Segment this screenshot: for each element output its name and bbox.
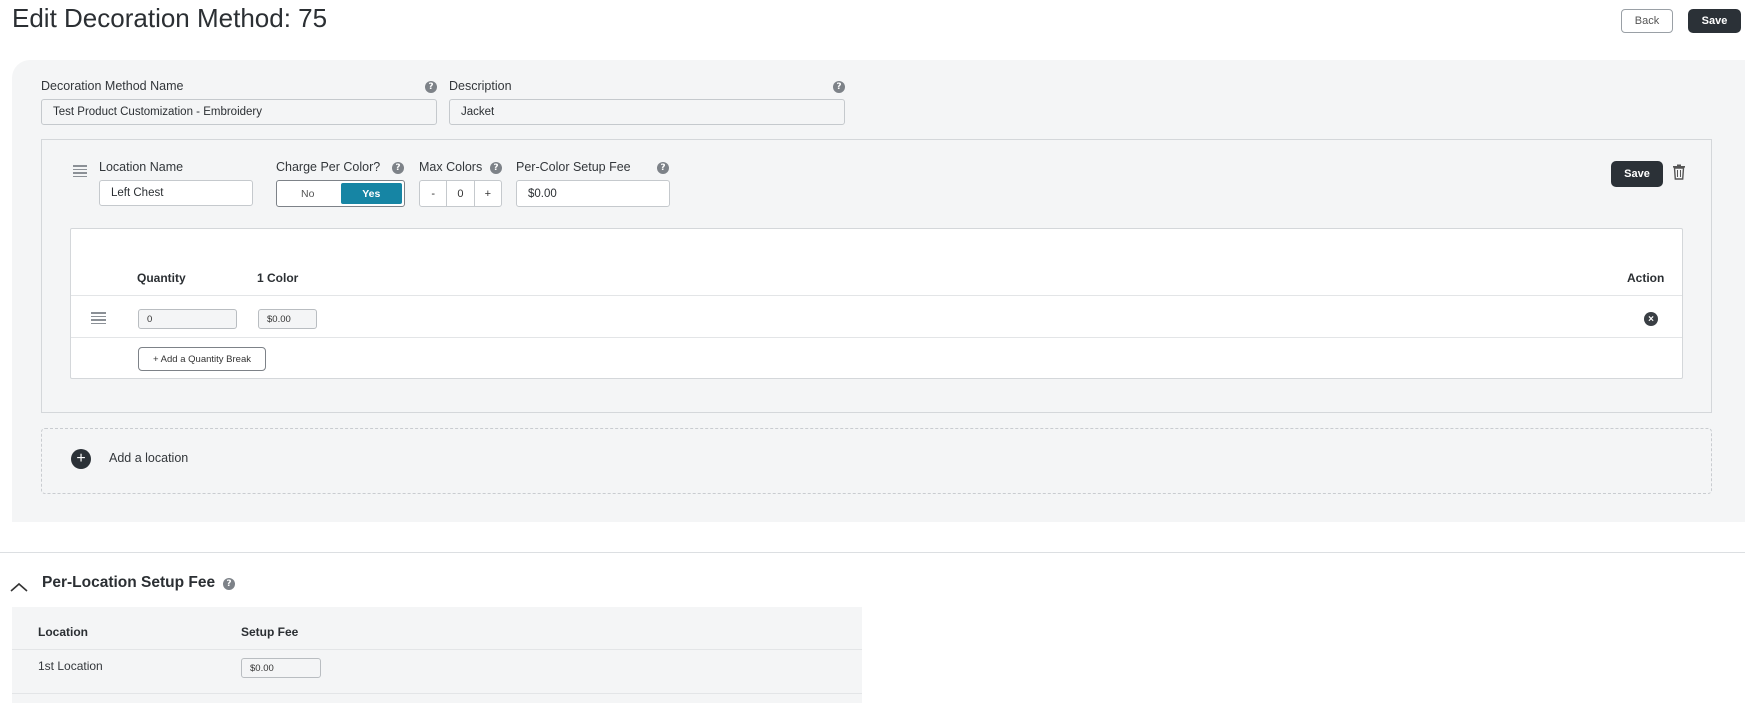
charge-per-color-label: Charge Per Color? bbox=[276, 160, 381, 174]
location-name-input[interactable]: Left Chest bbox=[99, 180, 253, 206]
setup-fee-header: Setup Fee bbox=[241, 625, 299, 639]
setup-fee-input[interactable]: $0.00 bbox=[241, 658, 321, 678]
per-color-setup-fee-label: Per-Color Setup Fee bbox=[516, 160, 631, 174]
price-input[interactable]: $0.00 bbox=[258, 309, 317, 329]
per-location-setup-fee-title: Per-Location Setup Fee bbox=[42, 574, 216, 591]
decoration-method-name-label: Decoration Method Name bbox=[41, 79, 184, 93]
help-icon[interactable]: ? bbox=[490, 162, 502, 174]
table-divider bbox=[12, 649, 862, 650]
per-color-setup-fee-input[interactable]: $0.00 bbox=[516, 180, 670, 207]
help-icon[interactable]: ? bbox=[657, 162, 669, 174]
increment-button[interactable]: + bbox=[475, 181, 501, 206]
max-colors-value[interactable]: 0 bbox=[446, 181, 475, 206]
decrement-button[interactable]: - bbox=[420, 181, 446, 206]
help-icon[interactable]: ? bbox=[833, 81, 845, 93]
section-divider bbox=[0, 552, 1745, 553]
back-button[interactable]: Back bbox=[1621, 9, 1673, 33]
action-header: Action bbox=[1627, 271, 1665, 285]
save-button[interactable]: Save bbox=[1688, 9, 1741, 33]
help-icon[interactable]: ? bbox=[223, 578, 235, 590]
location-header: Location bbox=[38, 625, 88, 639]
quantity-input[interactable]: 0 bbox=[138, 309, 237, 329]
page-title: Edit Decoration Method: 75 bbox=[12, 3, 328, 33]
help-icon[interactable]: ? bbox=[425, 81, 437, 93]
location-name-label: Location Name bbox=[99, 160, 184, 174]
location-save-button[interactable]: Save bbox=[1611, 161, 1663, 187]
add-quantity-break-button[interactable]: + Add a Quantity Break bbox=[138, 347, 266, 371]
max-colors-stepper[interactable]: - 0 + bbox=[419, 180, 502, 207]
drag-handle-icon[interactable] bbox=[73, 164, 87, 178]
location-name: 1st Location bbox=[38, 659, 103, 673]
quantity-header: Quantity bbox=[137, 271, 186, 285]
max-colors-label: Max Colors bbox=[419, 160, 483, 174]
decoration-method-name-input[interactable]: Test Product Customization - Embroidery bbox=[41, 99, 437, 125]
per-location-fee-table bbox=[12, 607, 862, 703]
table-divider bbox=[71, 337, 1682, 338]
table-divider bbox=[12, 693, 862, 694]
description-label: Description bbox=[449, 79, 512, 93]
description-input[interactable]: Jacket bbox=[449, 99, 845, 125]
help-icon[interactable]: ? bbox=[392, 162, 404, 174]
color-header: 1 Color bbox=[257, 271, 299, 285]
quantity-break-table bbox=[70, 228, 1683, 379]
add-location-label[interactable]: Add a location bbox=[109, 451, 188, 465]
toggle-yes-option[interactable]: Yes bbox=[340, 183, 402, 204]
toggle-no-option[interactable]: No bbox=[277, 181, 339, 206]
table-divider bbox=[71, 295, 1682, 296]
remove-row-icon[interactable]: × bbox=[1644, 312, 1658, 326]
trash-icon[interactable] bbox=[1672, 164, 1686, 180]
chevron-up-icon[interactable] bbox=[10, 579, 28, 592]
add-location-icon[interactable]: + bbox=[71, 449, 91, 469]
charge-per-color-toggle[interactable]: No Yes bbox=[276, 180, 405, 207]
add-location-area[interactable] bbox=[41, 428, 1712, 494]
drag-handle-icon[interactable] bbox=[91, 311, 106, 325]
